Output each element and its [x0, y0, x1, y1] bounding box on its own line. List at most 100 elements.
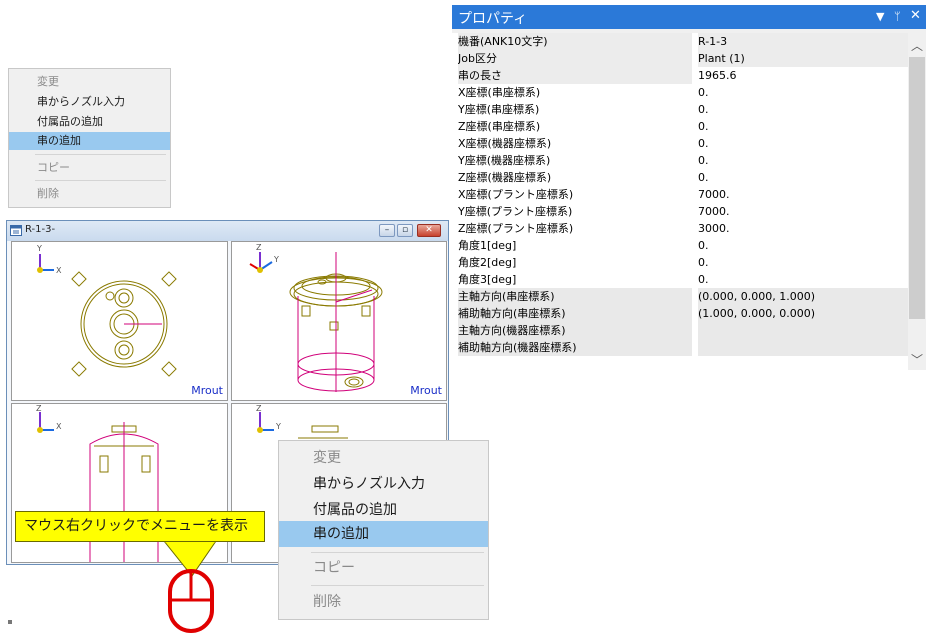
property-row[interactable]: X座標(串座標系) 0.: [452, 84, 908, 101]
property-row[interactable]: Z座標(プラント座標系) 3000.: [452, 220, 908, 237]
property-value[interactable]: 0.: [698, 84, 908, 101]
property-row[interactable]: 角度1[deg] 0.: [452, 237, 908, 254]
property-scrollbar[interactable]: ︿ ﹀: [908, 33, 926, 370]
property-key: 機番(ANK10文字): [458, 33, 692, 50]
property-key: Z座標(機器座標系): [458, 169, 692, 186]
property-value[interactable]: 0.: [698, 237, 908, 254]
property-key: X座標(串座標系): [458, 84, 692, 101]
property-value[interactable]: 0.: [698, 169, 908, 186]
dropdown-icon[interactable]: ▼: [876, 10, 884, 23]
property-row[interactable]: 主軸方向(串座標系) (0.000, 0.000, 1.000): [452, 288, 908, 305]
window-titlebar: R-1-3- – ▫ ✕: [7, 221, 448, 241]
property-row[interactable]: Job区分 Plant (1): [452, 50, 908, 67]
menu-item-modify[interactable]: 変更: [279, 445, 488, 471]
close-button[interactable]: ✕: [417, 224, 441, 237]
property-value[interactable]: 1965.6: [698, 67, 908, 84]
menu-item-copy[interactable]: コピー: [279, 555, 488, 581]
property-row[interactable]: X座標(機器座標系) 0.: [452, 135, 908, 152]
menu-item-add-accessory[interactable]: 付属品の追加: [279, 497, 488, 523]
property-key: 補助軸方向(機器座標系): [458, 339, 692, 356]
vessel-iso-view: Z Y: [249, 243, 383, 392]
menu-item-delete[interactable]: 削除: [9, 185, 170, 203]
property-key: X座標(プラント座標系): [458, 186, 692, 203]
svg-text:Z: Z: [256, 404, 262, 413]
property-value[interactable]: 0.: [698, 135, 908, 152]
property-value[interactable]: 3000.: [698, 220, 908, 237]
property-row[interactable]: Y座標(プラント座標系) 7000.: [452, 203, 908, 220]
property-value[interactable]: (1.000, 0.000, 0.000): [698, 305, 908, 322]
property-value[interactable]: 7000.: [698, 186, 908, 203]
pin-icon[interactable]: ᛘ: [894, 10, 901, 23]
property-key: Y座標(串座標系): [458, 101, 692, 118]
menu-separator: [35, 154, 166, 155]
svg-text:Y: Y: [273, 255, 279, 264]
property-key: 補助軸方向(串座標系): [458, 305, 692, 322]
svg-text:Y: Y: [275, 422, 281, 431]
property-row[interactable]: 補助軸方向(機器座標系): [452, 339, 908, 356]
close-icon: ✕: [425, 225, 433, 235]
close-icon[interactable]: ✕: [910, 8, 921, 23]
scroll-down-icon[interactable]: ﹀: [908, 351, 926, 368]
property-row[interactable]: 角度3[deg] 0.: [452, 271, 908, 288]
property-value[interactable]: R-1-3: [698, 33, 908, 50]
property-key: 角度3[deg]: [458, 271, 692, 288]
menu-item-add-accessory[interactable]: 付属品の追加: [9, 113, 170, 131]
property-panel-titlebar: プロパティ ▼ ᛘ ✕: [452, 5, 926, 29]
property-value[interactable]: 0.: [698, 101, 908, 118]
property-grid: 機番(ANK10文字) R-1-3 Job区分 Plant (1) 串の長さ 1965…: [452, 33, 908, 370]
context-menu-large: 変更 串からノズル入力 付属品の追加 串の追加 コピー 削除: [278, 440, 489, 620]
svg-text:X: X: [56, 266, 62, 275]
menu-item-nozzle-input[interactable]: 串からノズル入力: [9, 93, 170, 111]
viewport-iso[interactable]: Z Y Mrout: [231, 241, 447, 401]
context-menu-small: 変更 串からノズル入力 付属品の追加 串の追加 コピー 削除: [8, 68, 171, 208]
minimize-button[interactable]: –: [379, 224, 395, 237]
property-row[interactable]: X座標(プラント座標系) 7000.: [452, 186, 908, 203]
menu-separator: [311, 585, 484, 586]
property-row[interactable]: 角度2[deg] 0.: [452, 254, 908, 271]
property-row[interactable]: 主軸方向(機器座標系): [452, 322, 908, 339]
property-key: Job区分: [458, 50, 692, 67]
property-key: Y座標(機器座標系): [458, 152, 692, 169]
property-panel-title: プロパティ: [458, 11, 528, 27]
menu-item-modify[interactable]: 変更: [9, 73, 170, 91]
viewport-label: Mrout: [410, 384, 442, 397]
property-value[interactable]: 0.: [698, 118, 908, 135]
property-row[interactable]: 機番(ANK10文字) R-1-3: [452, 33, 908, 50]
property-value[interactable]: [698, 339, 908, 356]
svg-text:X: X: [56, 422, 62, 431]
scroll-up-icon[interactable]: ︿: [908, 37, 926, 54]
menu-item-add-skewer[interactable]: 串の追加: [9, 132, 170, 150]
window-title: R-1-3-: [25, 224, 56, 235]
property-row[interactable]: Y座標(機器座標系) 0.: [452, 152, 908, 169]
viewport-label: Mrout: [191, 384, 223, 397]
menu-separator: [311, 552, 484, 553]
property-key: Y座標(プラント座標系): [458, 203, 692, 220]
property-row[interactable]: 串の長さ 1965.6: [452, 67, 908, 84]
property-key: 串の長さ: [458, 67, 692, 84]
menu-item-delete[interactable]: 削除: [279, 589, 488, 615]
maximize-button[interactable]: ▫: [397, 224, 413, 237]
menu-item-copy[interactable]: コピー: [9, 159, 170, 177]
property-row[interactable]: Z座標(串座標系) 0.: [452, 118, 908, 135]
property-value[interactable]: 0.: [698, 254, 908, 271]
menu-separator: [35, 180, 166, 181]
svg-text:Z: Z: [256, 243, 262, 252]
minimize-icon: –: [384, 225, 390, 235]
property-value[interactable]: 0.: [698, 152, 908, 169]
property-row[interactable]: 補助軸方向(串座標系) (1.000, 0.000, 0.000): [452, 305, 908, 322]
property-row[interactable]: Y座標(串座標系) 0.: [452, 101, 908, 118]
property-value[interactable]: 0.: [698, 271, 908, 288]
property-value[interactable]: (0.000, 0.000, 1.000): [698, 288, 908, 305]
property-value[interactable]: 7000.: [698, 203, 908, 220]
property-value[interactable]: Plant (1): [698, 50, 908, 67]
maximize-icon: ▫: [401, 225, 409, 235]
menu-item-nozzle-input[interactable]: 串からノズル入力: [279, 471, 488, 497]
scrollbar-thumb[interactable]: [909, 57, 925, 319]
app-icon: [10, 225, 22, 236]
viewport-top[interactable]: Y X Mrout: [11, 241, 228, 401]
property-key: 角度2[deg]: [458, 254, 692, 271]
property-key: 角度1[deg]: [458, 237, 692, 254]
property-row[interactable]: Z座標(機器座標系) 0.: [452, 169, 908, 186]
property-value[interactable]: [698, 322, 908, 339]
menu-item-add-skewer[interactable]: 串の追加: [279, 521, 488, 547]
